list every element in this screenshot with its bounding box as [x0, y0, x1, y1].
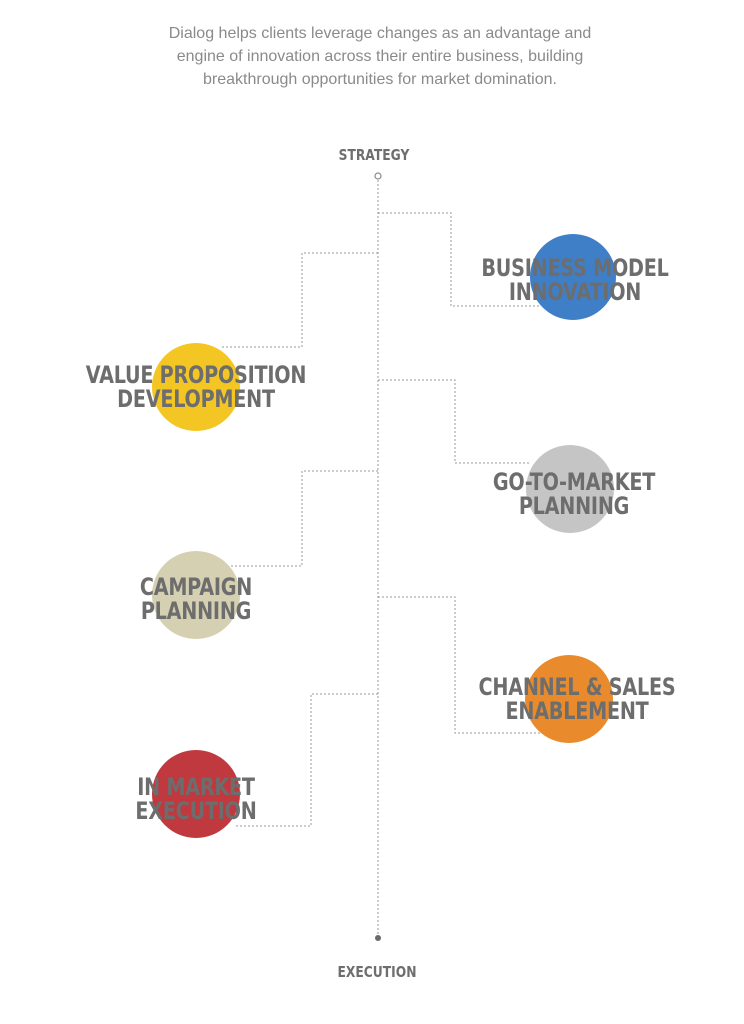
node-label-channel-sales-line2: ENABLEMENT [505, 697, 649, 725]
node-label-in-market-line1: IN MARKET [137, 773, 255, 801]
node-label-business-model-line1: BUSINESS MODEL [481, 254, 669, 282]
connector-go-to-market [378, 379, 530, 464]
node-label-campaign-line2: PLANNING [140, 597, 252, 625]
connector-value-proposition [220, 252, 378, 348]
node-label-go-to-market: GO-TO-MARKET PLANNING [454, 470, 694, 518]
execution-label: EXECUTION [337, 963, 417, 981]
node-label-business-model: BUSINESS MODEL INNOVATION [455, 256, 695, 304]
node-label-channel-sales: CHANNEL & SALES ENABLEMENT [457, 675, 697, 723]
node-label-value-proposition-line1: VALUE PROPOSITION [85, 361, 307, 389]
node-label-value-proposition: VALUE PROPOSITION DEVELOPMENT [76, 363, 316, 411]
node-label-go-to-market-line1: GO-TO-MARKET [492, 468, 656, 496]
node-label-business-model-line2: INNOVATION [508, 278, 642, 306]
node-label-campaign-line1: CAMPAIGN [139, 573, 253, 601]
node-label-in-market-line2: EXECUTION [135, 797, 257, 825]
connector-campaign [230, 470, 378, 567]
node-label-campaign: CAMPAIGN PLANNING [76, 575, 316, 623]
axis-top-marker [374, 172, 382, 180]
node-label-channel-sales-line1: CHANNEL & SALES [478, 673, 676, 701]
node-label-in-market: IN MARKET EXECUTION [76, 775, 316, 823]
axis-bottom-marker [375, 935, 381, 941]
node-label-go-to-market-line2: PLANNING [518, 492, 630, 520]
node-label-value-proposition-line2: DEVELOPMENT [117, 385, 275, 413]
